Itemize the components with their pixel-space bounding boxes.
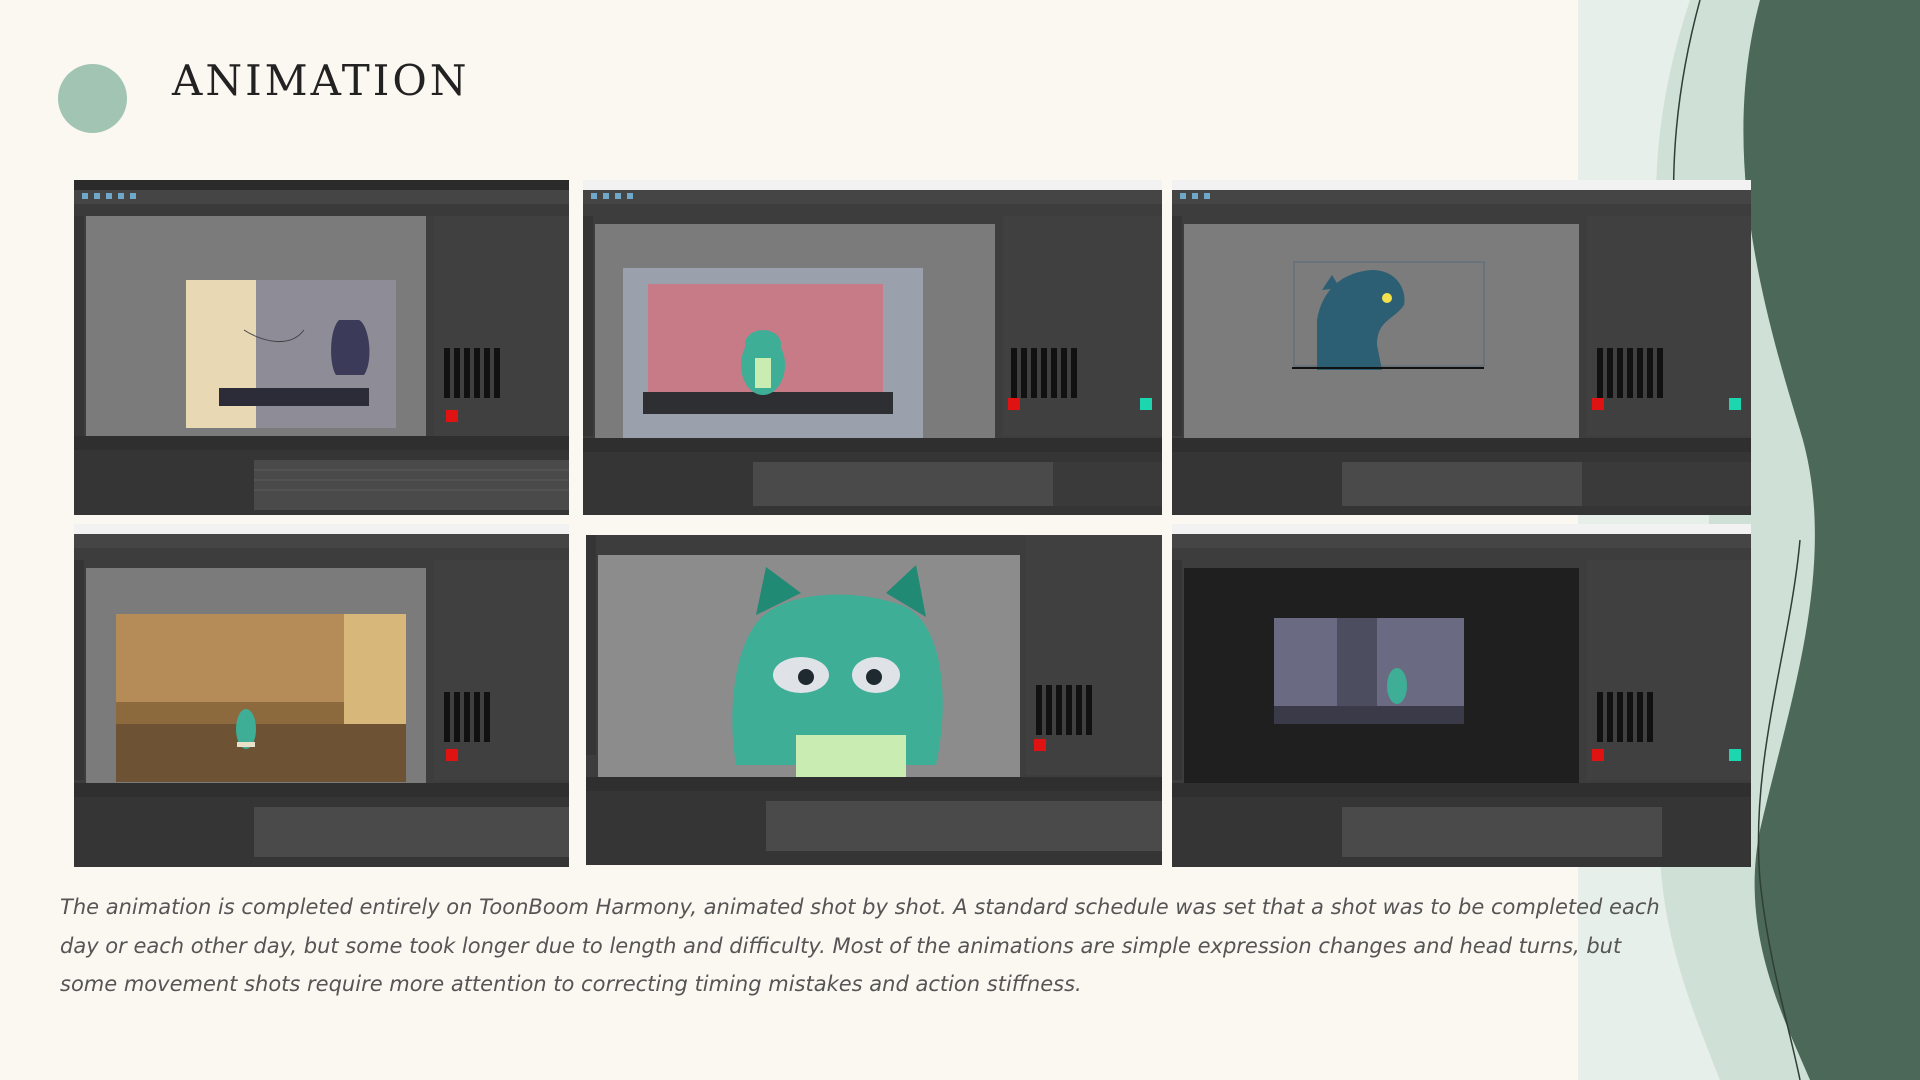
toonboom-screenshot-character-at-desk: [583, 180, 1162, 515]
toonboom-screenshot-room-sketch: [74, 180, 569, 515]
toonboom-screenshot-dragon-profile: [1172, 180, 1751, 515]
page-title: ANIMATION: [172, 56, 470, 105]
toonboom-screenshot-crying-closeup: [586, 535, 1162, 865]
slide: ANIMATION The animation is completed ent…: [0, 0, 1920, 1080]
toonboom-screenshot-doorway-night: [1172, 524, 1751, 867]
body-caption: The animation is completed entirely on T…: [60, 895, 1660, 996]
toonboom-screenshot-hallway-walk: [74, 524, 569, 867]
title-accent-dot: [58, 64, 127, 133]
